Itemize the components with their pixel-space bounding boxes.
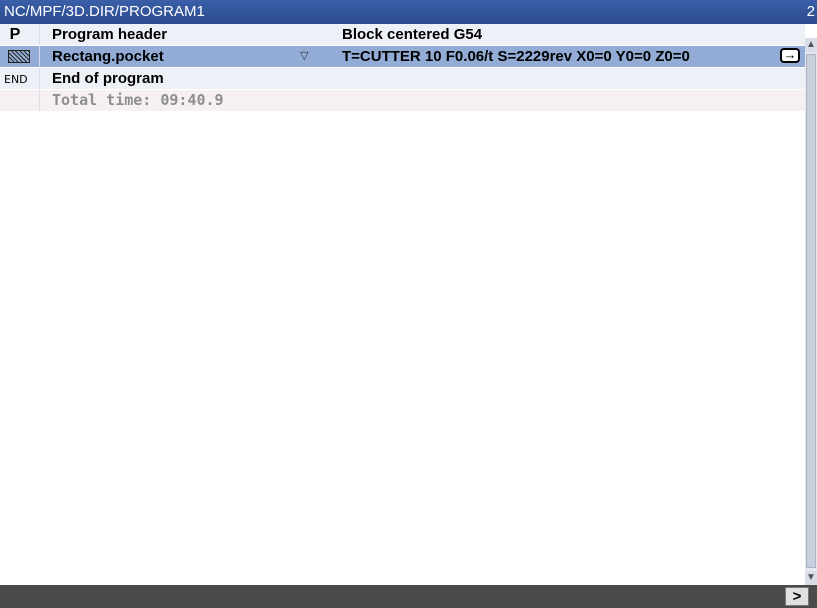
scroll-up-icon[interactable]: ▲ bbox=[805, 38, 817, 52]
empty-icon-cell bbox=[0, 90, 40, 111]
end-program-icon: END bbox=[0, 68, 40, 89]
program-row-end[interactable]: END End of program bbox=[0, 68, 805, 89]
window-title-bar: NC/MPF/3D.DIR/PROGRAM1 2 bbox=[0, 0, 817, 24]
program-row-header[interactable]: P Program header Block centered G54 bbox=[0, 24, 805, 45]
program-path: NC/MPF/3D.DIR/PROGRAM1 bbox=[4, 3, 205, 20]
scroll-down-icon[interactable]: ▼ bbox=[805, 571, 817, 585]
row-name: Rectang.pocket bbox=[52, 48, 164, 65]
expand-dropdown-icon[interactable]: ▽ bbox=[300, 46, 308, 67]
row-name: Program header bbox=[52, 26, 168, 43]
vertical-scrollbar[interactable]: ▲ ▼ bbox=[805, 38, 817, 585]
program-editor: P Program header Block centered G54 Rect… bbox=[0, 24, 805, 585]
more-params-arrow-icon[interactable]: → bbox=[780, 48, 800, 63]
row-description: Block centered G54 bbox=[342, 26, 483, 43]
program-header-icon: P bbox=[0, 24, 40, 45]
rect-pocket-icon bbox=[0, 46, 40, 67]
scrollbar-thumb[interactable] bbox=[806, 54, 816, 568]
program-row-rectang-pocket[interactable]: Rectang.pocket ▽ T=CUTTER 10 F0.06/t S=2… bbox=[0, 46, 805, 67]
channel-number: 2 bbox=[806, 3, 815, 20]
softkey-bar: > bbox=[0, 585, 817, 608]
more-softkeys-button[interactable]: > bbox=[785, 587, 809, 606]
row-name: End of program bbox=[52, 70, 164, 87]
total-time-row: Total time: 09:40.9 bbox=[0, 90, 805, 111]
row-description: T=CUTTER 10 F0.06/t S=2229rev X0=0 Y0=0 … bbox=[342, 48, 690, 65]
total-time: Total time: 09:40.9 bbox=[52, 91, 224, 109]
